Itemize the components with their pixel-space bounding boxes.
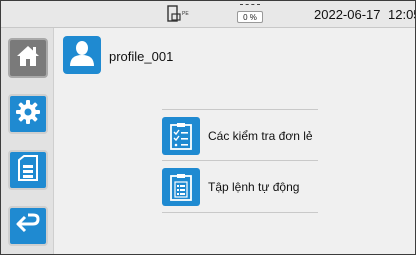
home-button[interactable] [8,38,48,78]
single-tests-label: Các kiểm tra đơn lẻ [208,129,313,143]
battery-percent: 0 % [237,11,263,23]
script-icon [162,168,200,206]
menu-divider [162,160,318,161]
home-icon [15,44,41,73]
return-arrow-icon [15,212,41,241]
gear-icon [15,99,41,130]
settings-button[interactable] [8,94,48,134]
single-tests-button[interactable]: Các kiểm tra đơn lẻ [162,117,318,155]
status-time: 12:05 [388,7,415,22]
battery-indicator: 0 % [237,4,263,24]
sidebar [1,28,54,254]
profile-name[interactable]: profile_001 [109,49,173,64]
battery-icon [240,4,260,9]
memory-card-button[interactable] [8,150,48,190]
user-avatar-icon [68,40,96,71]
auto-scripts-label: Tập lệnh tự động [208,180,300,194]
plug-pe-icon: PE [167,5,193,23]
plug-label: PE [182,11,189,17]
menu-divider [162,212,318,213]
back-button[interactable] [8,206,48,246]
status-bar: PE 0 % 2022-06-17 12:05 [1,1,415,28]
device-screen: PE 0 % 2022-06-17 12:05 [0,0,416,255]
main-panel: profile_001 Các kiểm tra đơn lẻ Tập lệnh… [54,28,415,254]
checklist-icon [162,117,200,155]
auto-scripts-button[interactable]: Tập lệnh tự động [162,168,318,206]
sd-card-icon [17,154,39,186]
menu-divider [162,109,318,110]
profile-button[interactable] [63,36,101,74]
status-date: 2022-06-17 [314,7,381,22]
